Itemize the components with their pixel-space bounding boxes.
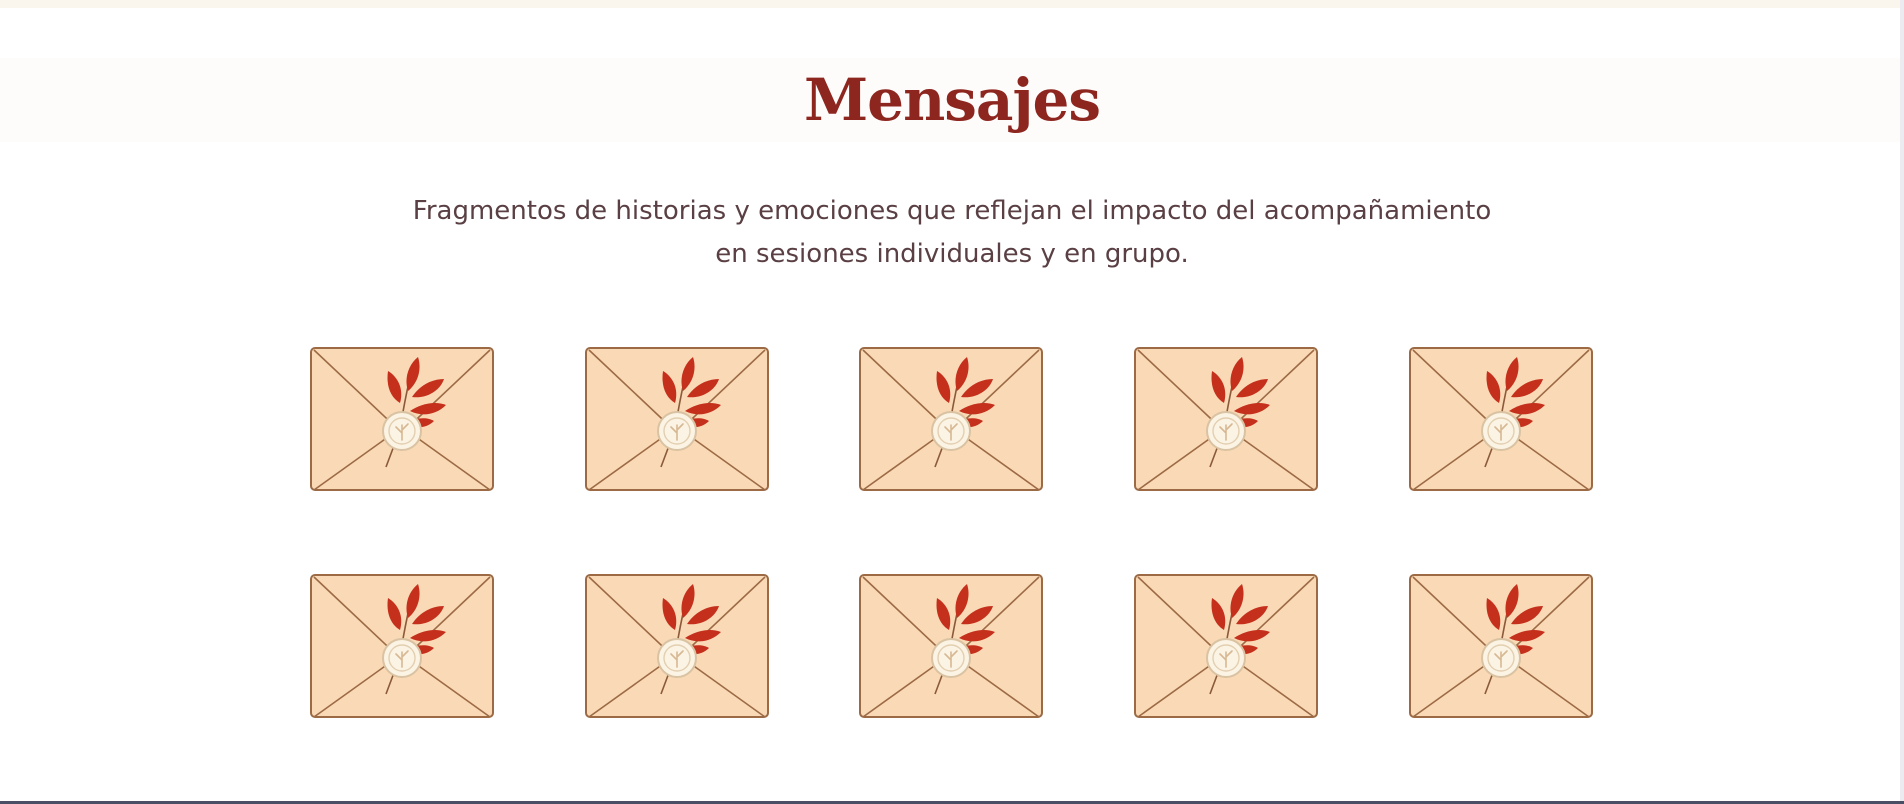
envelope-2[interactable]	[583, 345, 771, 495]
envelope-3[interactable]	[857, 345, 1045, 495]
envelope-7[interactable]	[583, 572, 771, 722]
envelope-10[interactable]	[1407, 572, 1595, 722]
envelope-1[interactable]	[308, 345, 496, 495]
envelope-9[interactable]	[1132, 572, 1320, 722]
envelope-icon	[585, 574, 769, 718]
envelope-icon	[1134, 574, 1318, 718]
envelope-icon	[310, 574, 494, 718]
envelope-grid	[0, 0, 1904, 804]
envelope-icon	[859, 347, 1043, 491]
envelope-5[interactable]	[1407, 345, 1595, 495]
envelope-4[interactable]	[1132, 345, 1320, 495]
envelope-icon	[310, 347, 494, 491]
envelope-icon	[859, 574, 1043, 718]
envelope-icon	[1409, 347, 1593, 491]
envelope-8[interactable]	[857, 572, 1045, 722]
envelope-icon	[585, 347, 769, 491]
envelope-6[interactable]	[308, 572, 496, 722]
envelope-icon	[1134, 347, 1318, 491]
envelope-icon	[1409, 574, 1593, 718]
